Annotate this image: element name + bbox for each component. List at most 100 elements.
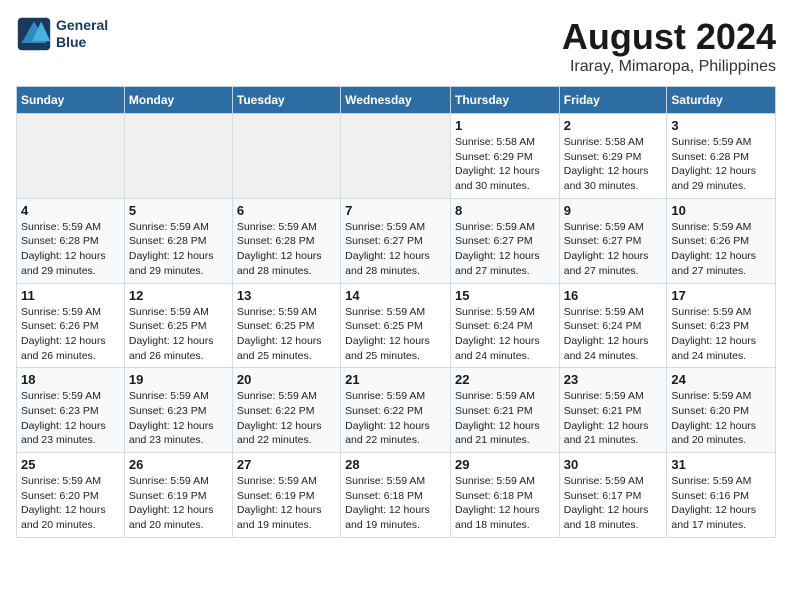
calendar-day-cell: 22Sunrise: 5:59 AM Sunset: 6:21 PM Dayli… xyxy=(450,368,559,453)
weekday-header-cell: Thursday xyxy=(450,87,559,114)
day-number: 10 xyxy=(671,203,771,218)
calendar-day-cell: 13 Sunrise: 5:59 AM Sunset: 6:25 PM Dayli… xyxy=(232,283,340,368)
weekday-header-row: SundayMondayTuesdayWednesdayThursdayFrid… xyxy=(17,87,776,114)
day-info: Sunrise: 5:59 AM Sunset: 6:24 PM Dayligh… xyxy=(455,305,555,364)
day-number: 25 xyxy=(21,457,120,472)
header: General Blue August 2024 Iraray, Mimarop… xyxy=(16,16,776,76)
calendar-day-cell xyxy=(232,114,340,199)
day-info: Sunrise: 5:59 AM Sunset: 6:19 PM Dayligh… xyxy=(129,474,228,533)
day-number: 15 xyxy=(455,288,555,303)
weekday-header-cell: Sunday xyxy=(17,87,125,114)
calendar-day-cell: 20Sunrise: 5:59 AM Sunset: 6:22 PM Dayli… xyxy=(232,368,340,453)
day-info: Sunrise: 5:59 AM Sunset: 6:21 PM Dayligh… xyxy=(564,389,663,448)
day-info: Sunrise: 5:59 AM Sunset: 6:23 PM Dayligh… xyxy=(129,389,228,448)
day-number: 24 xyxy=(671,372,771,387)
calendar-day-cell: 11Sunrise: 5:59 AM Sunset: 6:26 PM Dayli… xyxy=(17,283,125,368)
day-number: 14 xyxy=(345,288,446,303)
weekday-header-cell: Wednesday xyxy=(341,87,451,114)
day-info: Sunrise: 5:59 AM Sunset: 6:19 PM Dayligh… xyxy=(237,474,336,533)
day-number: 5 xyxy=(129,203,228,218)
day-number: 16 xyxy=(564,288,663,303)
calendar-day-cell: 17Sunrise: 5:59 AM Sunset: 6:23 PM Dayli… xyxy=(667,283,776,368)
day-number: 31 xyxy=(671,457,771,472)
day-number: 19 xyxy=(129,372,228,387)
calendar-day-cell: 12Sunrise: 5:59 AM Sunset: 6:25 PM Dayli… xyxy=(124,283,232,368)
main-title: August 2024 xyxy=(562,16,776,58)
day-number: 3 xyxy=(671,118,771,133)
day-number: 2 xyxy=(564,118,663,133)
day-info: Sunrise: 5:59 AM Sunset: 6:24 PM Dayligh… xyxy=(564,305,663,364)
calendar-day-cell: 9Sunrise: 5:59 AM Sunset: 6:27 PM Daylig… xyxy=(559,198,667,283)
day-info: Sunrise: 5:58 AM Sunset: 6:29 PM Dayligh… xyxy=(455,135,555,194)
day-info: Sunrise: 5:58 AM Sunset: 6:29 PM Dayligh… xyxy=(564,135,663,194)
day-number: 26 xyxy=(129,457,228,472)
calendar-day-cell: 1 Sunrise: 5:58 AM Sunset: 6:29 PM Daylig… xyxy=(450,114,559,199)
calendar-body: 1 Sunrise: 5:58 AM Sunset: 6:29 PM Daylig… xyxy=(17,114,776,538)
day-info: Sunrise: 5:59 AM Sunset: 6:27 PM Dayligh… xyxy=(345,220,446,279)
day-number: 29 xyxy=(455,457,555,472)
day-info: Sunrise: 5:59 AM Sunset: 6:28 PM Dayligh… xyxy=(129,220,228,279)
calendar-day-cell xyxy=(17,114,125,199)
calendar-day-cell: 4 Sunrise: 5:59 AM Sunset: 6:28 PM Daylig… xyxy=(17,198,125,283)
day-number: 1 xyxy=(455,118,555,133)
day-number: 13 xyxy=(237,288,336,303)
calendar-day-cell xyxy=(124,114,232,199)
day-info: Sunrise: 5:59 AM Sunset: 6:22 PM Dayligh… xyxy=(345,389,446,448)
day-info: Sunrise: 5:59 AM Sunset: 6:21 PM Dayligh… xyxy=(455,389,555,448)
day-number: 20 xyxy=(237,372,336,387)
calendar-week-row: 1 Sunrise: 5:58 AM Sunset: 6:29 PM Daylig… xyxy=(17,114,776,199)
calendar-day-cell: 3 Sunrise: 5:59 AM Sunset: 6:28 PM Daylig… xyxy=(667,114,776,199)
calendar-day-cell: 23 Sunrise: 5:59 AM Sunset: 6:21 PM Dayli… xyxy=(559,368,667,453)
day-info: Sunrise: 5:59 AM Sunset: 6:16 PM Dayligh… xyxy=(671,474,771,533)
calendar-day-cell: 29Sunrise: 5:59 AM Sunset: 6:18 PM Dayli… xyxy=(450,453,559,538)
calendar-day-cell: 19 Sunrise: 5:59 AM Sunset: 6:23 PM Dayli… xyxy=(124,368,232,453)
title-area: August 2024 Iraray, Mimaropa, Philippine… xyxy=(562,16,776,76)
calendar-table: SundayMondayTuesdayWednesdayThursdayFrid… xyxy=(16,86,776,538)
subtitle: Iraray, Mimaropa, Philippines xyxy=(562,58,776,76)
day-info: Sunrise: 5:59 AM Sunset: 6:27 PM Dayligh… xyxy=(564,220,663,279)
day-number: 21 xyxy=(345,372,446,387)
day-number: 6 xyxy=(237,203,336,218)
day-number: 28 xyxy=(345,457,446,472)
weekday-header-cell: Monday xyxy=(124,87,232,114)
day-number: 18 xyxy=(21,372,120,387)
calendar-day-cell: 24 Sunrise: 5:59 AM Sunset: 6:20 PM Dayli… xyxy=(667,368,776,453)
calendar-day-cell: 28 Sunrise: 5:59 AM Sunset: 6:18 PM Dayli… xyxy=(341,453,451,538)
day-number: 27 xyxy=(237,457,336,472)
day-number: 23 xyxy=(564,372,663,387)
calendar-day-cell: 25Sunrise: 5:59 AM Sunset: 6:20 PM Dayli… xyxy=(17,453,125,538)
calendar-day-cell xyxy=(341,114,451,199)
calendar-day-cell: 21 Sunrise: 5:59 AM Sunset: 6:22 PM Dayli… xyxy=(341,368,451,453)
day-number: 7 xyxy=(345,203,446,218)
day-number: 8 xyxy=(455,203,555,218)
day-info: Sunrise: 5:59 AM Sunset: 6:20 PM Dayligh… xyxy=(671,389,771,448)
day-info: Sunrise: 5:59 AM Sunset: 6:18 PM Dayligh… xyxy=(345,474,446,533)
logo: General Blue xyxy=(16,16,108,52)
day-info: Sunrise: 5:59 AM Sunset: 6:26 PM Dayligh… xyxy=(21,305,120,364)
calendar-day-cell: 31 Sunrise: 5:59 AM Sunset: 6:16 PM Dayli… xyxy=(667,453,776,538)
day-number: 17 xyxy=(671,288,771,303)
day-info: Sunrise: 5:59 AM Sunset: 6:23 PM Dayligh… xyxy=(21,389,120,448)
calendar-day-cell: 5 Sunrise: 5:59 AM Sunset: 6:28 PM Daylig… xyxy=(124,198,232,283)
calendar-day-cell: 27 Sunrise: 5:59 AM Sunset: 6:19 PM Dayli… xyxy=(232,453,340,538)
weekday-header-cell: Friday xyxy=(559,87,667,114)
day-info: Sunrise: 5:59 AM Sunset: 6:26 PM Dayligh… xyxy=(671,220,771,279)
day-info: Sunrise: 5:59 AM Sunset: 6:25 PM Dayligh… xyxy=(237,305,336,364)
day-info: Sunrise: 5:59 AM Sunset: 6:28 PM Dayligh… xyxy=(237,220,336,279)
logo-icon xyxy=(16,16,52,52)
day-info: Sunrise: 5:59 AM Sunset: 6:25 PM Dayligh… xyxy=(129,305,228,364)
calendar-week-row: 25Sunrise: 5:59 AM Sunset: 6:20 PM Dayli… xyxy=(17,453,776,538)
day-info: Sunrise: 5:59 AM Sunset: 6:28 PM Dayligh… xyxy=(21,220,120,279)
calendar-week-row: 4 Sunrise: 5:59 AM Sunset: 6:28 PM Daylig… xyxy=(17,198,776,283)
calendar-day-cell: 10 Sunrise: 5:59 AM Sunset: 6:26 PM Dayli… xyxy=(667,198,776,283)
day-info: Sunrise: 5:59 AM Sunset: 6:28 PM Dayligh… xyxy=(671,135,771,194)
weekday-header-cell: Tuesday xyxy=(232,87,340,114)
calendar-day-cell: 7 Sunrise: 5:59 AM Sunset: 6:27 PM Daylig… xyxy=(341,198,451,283)
calendar-day-cell: 2 Sunrise: 5:58 AM Sunset: 6:29 PM Daylig… xyxy=(559,114,667,199)
day-number: 4 xyxy=(21,203,120,218)
weekday-header-cell: Saturday xyxy=(667,87,776,114)
calendar-day-cell: 14Sunrise: 5:59 AM Sunset: 6:25 PM Dayli… xyxy=(341,283,451,368)
calendar-day-cell: 26 Sunrise: 5:59 AM Sunset: 6:19 PM Dayli… xyxy=(124,453,232,538)
calendar-day-cell: 18 Sunrise: 5:59 AM Sunset: 6:23 PM Dayli… xyxy=(17,368,125,453)
calendar-day-cell: 16 Sunrise: 5:59 AM Sunset: 6:24 PM Dayli… xyxy=(559,283,667,368)
